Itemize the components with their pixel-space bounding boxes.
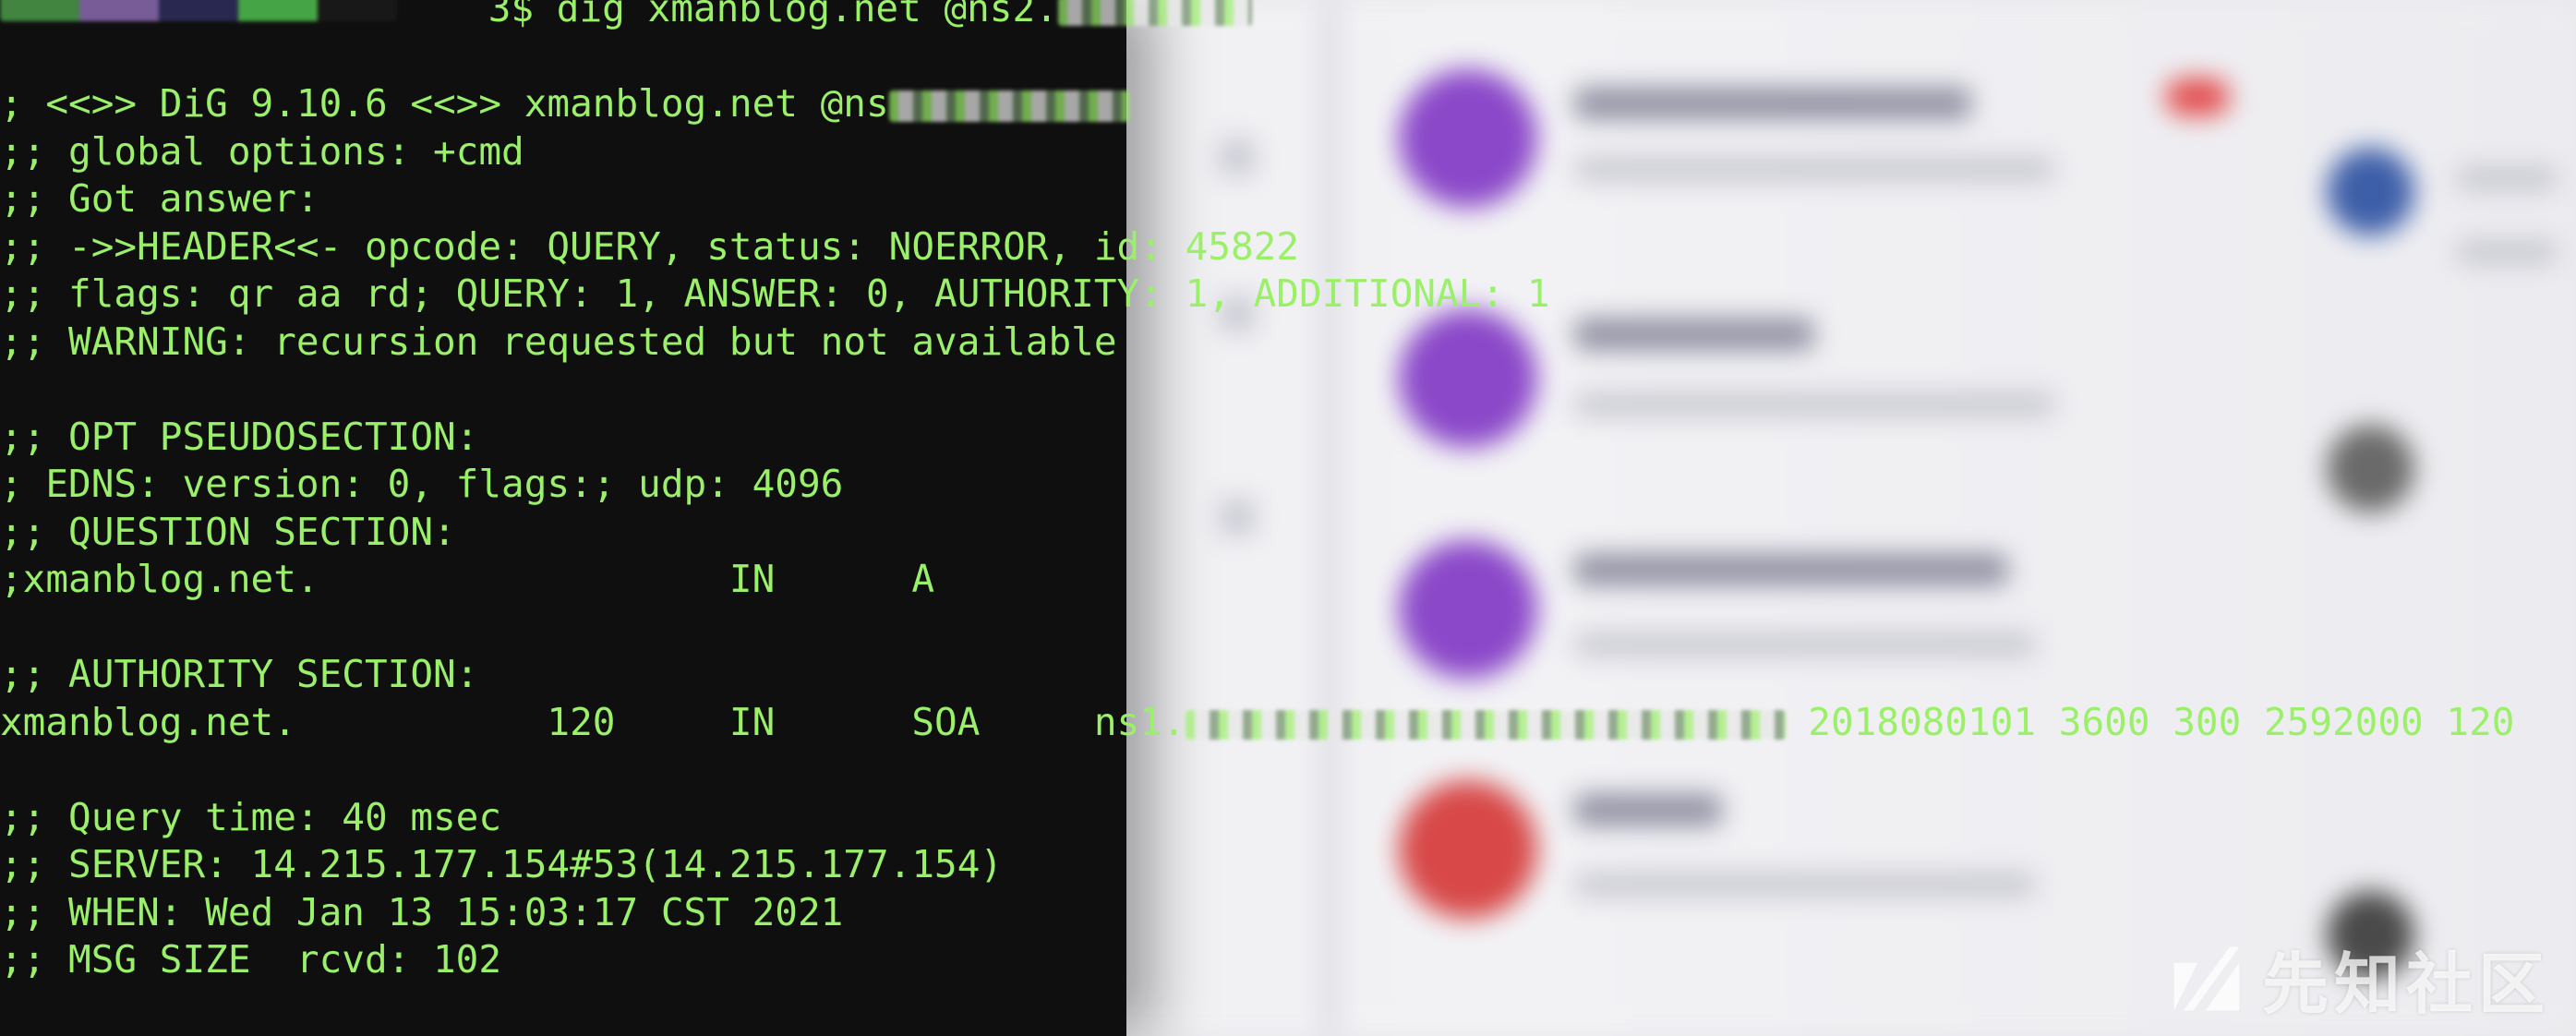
terminal-line: ;; SERVER: 14.215.177.154#53(14.215.177.… — [0, 842, 1004, 886]
terminal-output: 3$ dig xmanblog.net @ns2. ; <<>> DiG 9.10… — [0, 0, 2576, 1036]
xianzhi-logo-icon — [2173, 946, 2240, 1010]
terminal-line: ;; Got answer: — [0, 176, 319, 221]
terminal-line: xmanblog.net. 120 IN SOA ns1. 2018080101… — [0, 699, 2576, 747]
watermark-text: 先知社区 — [2261, 946, 2550, 1023]
soa-record: xmanblog.net. 120 IN SOA ns1. — [0, 699, 1186, 744]
typed-command: dig xmanblog.net @ns2. — [534, 0, 1058, 30]
terminal-line: ; <<>> DiG 9.10.6 <<>> xmanblog.net @ns — [0, 80, 2576, 128]
terminal-line: ;; WARNING: recursion requested but not … — [0, 319, 1117, 364]
terminal-line: ;; Query time: 40 msec — [0, 794, 502, 839]
terminal-line: ;; AUTHORITY SECTION: — [0, 652, 479, 696]
terminal-line: ;; flags: qr aa rd; QUERY: 1, ANSWER: 0,… — [0, 271, 1550, 316]
redacted-hostname — [1057, 0, 1252, 26]
terminal-prompt-line[interactable]: 3$ dig xmanblog.net @ns2. — [0, 0, 2576, 33]
terminal-line: ; EDNS: version: 0, flags:; udp: 4096 — [0, 462, 844, 506]
terminal-line: ;; ->>HEADER<<- opcode: QUERY, status: N… — [0, 223, 1299, 269]
terminal-line: ;; OPT PSEUDOSECTION: — [0, 414, 479, 459]
prompt-suffix: 3$ — [488, 0, 535, 30]
terminal-line: ;; global options: +cmd — [0, 128, 524, 174]
redacted-prompt — [0, 0, 397, 21]
dig-version-line: ; <<>> DiG 9.10.6 <<>> xmanblog.net @ns — [0, 81, 889, 126]
soa-record-tail: 2018080101 3600 300 2592000 120 — [1785, 699, 2515, 744]
watermark: 先知社区 — [2166, 930, 2550, 1027]
terminal-line: ;xmanblog.net. IN A — [0, 557, 935, 601]
terminal-line: ;; QUESTION SECTION: — [0, 509, 456, 554]
redacted-soa-host — [1185, 709, 1786, 740]
redacted-hostname — [888, 90, 1129, 122]
